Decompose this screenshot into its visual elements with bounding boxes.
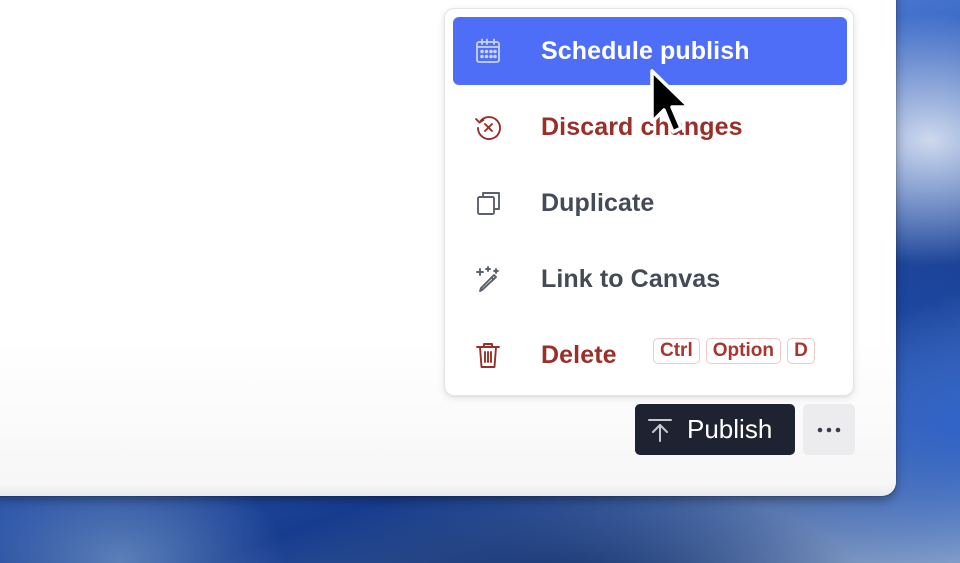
menu-item-delete[interactable]: Delete Ctrl Option D xyxy=(453,321,847,389)
magic-pencil-icon xyxy=(473,264,503,294)
trash-icon xyxy=(473,340,503,370)
desktop-background: Schedule publish Discard changes Duplica… xyxy=(0,0,960,563)
more-dots-icon xyxy=(814,421,844,439)
shortcut-key-option: Option xyxy=(705,338,781,364)
menu-item-label: Schedule publish xyxy=(541,36,750,65)
menu-item-discard-changes[interactable]: Discard changes xyxy=(453,93,847,161)
menu-item-label: Duplicate xyxy=(541,188,655,217)
upload-arrow-icon xyxy=(647,417,673,443)
shortcut-key-ctrl: Ctrl xyxy=(653,338,700,364)
menu-item-label: Link to Canvas xyxy=(541,264,721,293)
calendar-icon xyxy=(473,36,503,66)
menu-item-schedule-publish[interactable]: Schedule publish xyxy=(453,17,847,85)
menu-item-label: Discard changes xyxy=(541,112,743,141)
duplicate-icon xyxy=(473,188,503,218)
keyboard-shortcut: Ctrl Option D xyxy=(653,338,815,364)
window-bottom-shade xyxy=(0,484,896,496)
shortcut-key-d: D xyxy=(786,338,815,364)
menu-item-duplicate[interactable]: Duplicate xyxy=(453,169,847,237)
more-options-button[interactable] xyxy=(803,404,855,455)
menu-item-link-to-canvas[interactable]: Link to Canvas xyxy=(453,245,847,313)
discard-icon xyxy=(473,112,503,142)
more-actions-menu: Schedule publish Discard changes Duplica… xyxy=(444,8,854,396)
publish-button[interactable]: Publish xyxy=(635,404,795,455)
menu-item-label: Delete xyxy=(541,340,617,369)
publish-button-label: Publish xyxy=(687,414,773,444)
